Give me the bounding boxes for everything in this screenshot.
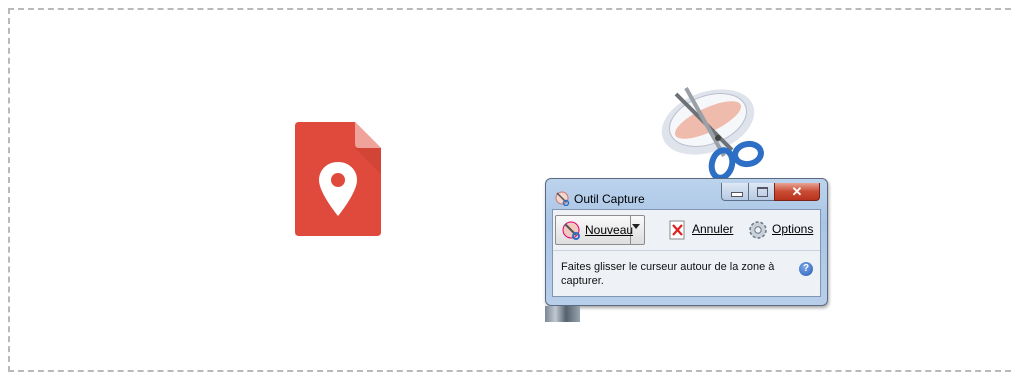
window-body: Nouveau Annuler Options Faites glisser l… — [552, 209, 821, 297]
desktop-background-strip — [545, 306, 580, 322]
snipping-tool-window: Outil Capture ✕ Nouveau Annuler Options … — [545, 178, 828, 306]
cancel-icon[interactable] — [668, 220, 688, 240]
snipping-tool-app-icon[interactable] — [650, 72, 768, 180]
new-capture-main[interactable]: Nouveau — [556, 216, 634, 244]
new-capture-button[interactable]: Nouveau — [555, 215, 645, 245]
dashed-frame — [8, 8, 1011, 372]
close-icon: ✕ — [791, 184, 803, 199]
minimize-button[interactable] — [721, 183, 749, 201]
cancel-button[interactable]: Annuler — [692, 222, 733, 236]
new-capture-label: Nouveau — [585, 223, 634, 237]
toolbar: Nouveau Annuler Options — [553, 212, 820, 248]
window-title: Outil Capture — [574, 192, 645, 206]
title-bar[interactable]: Outil Capture ✕ — [546, 179, 827, 209]
instruction-text: Faites glisser le curseur autour de la z… — [561, 261, 775, 287]
new-snip-icon — [562, 221, 580, 240]
gear-icon[interactable] — [748, 220, 768, 240]
close-button[interactable]: ✕ — [774, 183, 820, 201]
scissors-icon — [555, 191, 570, 206]
help-icon[interactable]: ? — [799, 262, 813, 276]
chevron-down-icon[interactable] — [632, 224, 640, 229]
options-button[interactable]: Options — [772, 222, 813, 236]
divider — [553, 250, 820, 251]
maximize-button[interactable] — [748, 183, 775, 201]
maps-document-icon[interactable] — [295, 122, 381, 236]
